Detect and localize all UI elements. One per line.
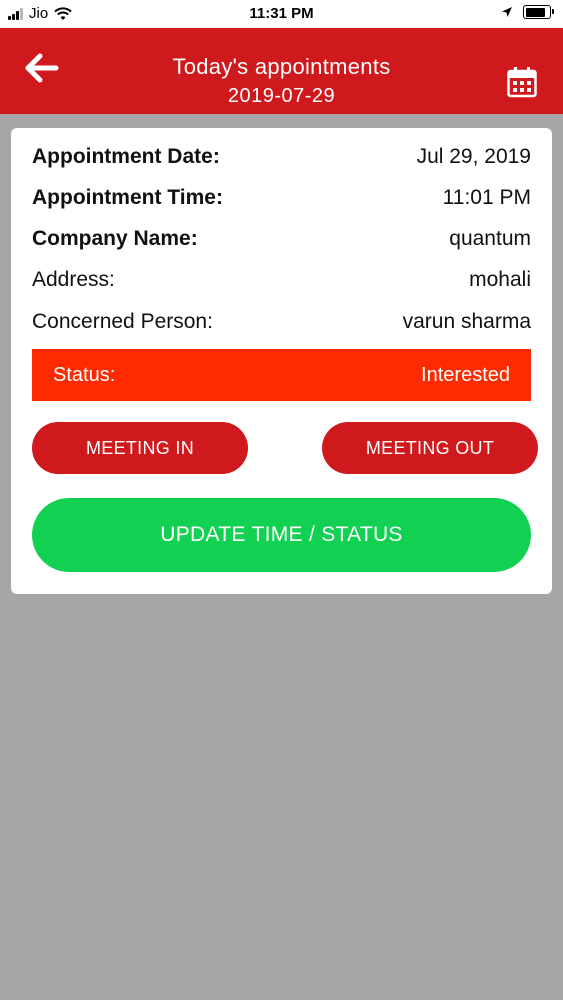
field-value: Jul 29, 2019: [416, 145, 531, 168]
field-value: 11:01 PM: [442, 186, 531, 209]
calendar-icon: [507, 67, 537, 98]
appointment-card: Appointment Date: Jul 29, 2019 Appointme…: [11, 128, 552, 594]
status-right: [501, 5, 554, 19]
appointment-date-row: Appointment Date: Jul 29, 2019: [32, 142, 531, 172]
arrow-left-icon: [25, 53, 59, 83]
header-title-block: Today's appointments 2019-07-29: [100, 54, 463, 108]
field-label: Concerned Person:: [32, 310, 213, 333]
field-label: Company Name:: [32, 227, 198, 250]
page-date: 2019-07-29: [227, 85, 336, 107]
ios-status-bar: Jio 11:31 PM: [0, 0, 563, 28]
field-value: varun sharma: [402, 310, 531, 333]
field-label: Address:: [32, 268, 115, 291]
status-value: Interested: [421, 363, 510, 386]
concerned-person-row: Concerned Person: varun sharma: [32, 307, 531, 337]
battery-icon: [523, 5, 554, 19]
field-label: Appointment Date:: [32, 145, 220, 168]
page-title: Today's appointments: [172, 54, 391, 79]
meeting-out-button[interactable]: MEETING OUT: [322, 422, 538, 474]
field-value: mohali: [469, 268, 531, 291]
status-label: Status:: [53, 363, 116, 386]
calendar-button[interactable]: [507, 66, 539, 100]
location-arrow-icon: [502, 7, 512, 17]
status-banner: Status: Interested: [32, 349, 531, 401]
app-header: Today's appointments 2019-07-29: [0, 28, 563, 114]
update-time-status-button[interactable]: UPDATE TIME / STATUS: [32, 498, 531, 572]
field-value: quantum: [449, 227, 531, 250]
company-name-row: Company Name: quantum: [32, 224, 531, 254]
appointment-time-row: Appointment Time: 11:01 PM: [32, 183, 531, 213]
clock: 11:31 PM: [249, 5, 314, 22]
back-button[interactable]: [24, 52, 64, 88]
field-label: Appointment Time:: [32, 186, 223, 209]
address-row: Address: mohali: [32, 265, 531, 295]
meeting-in-button[interactable]: MEETING IN: [32, 422, 248, 474]
